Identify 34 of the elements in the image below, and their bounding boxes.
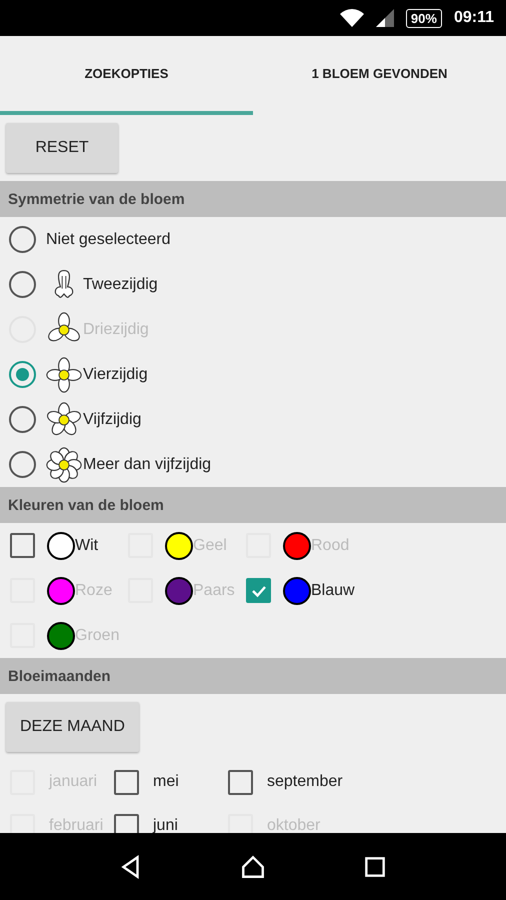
section-header: Kleuren van de bloem xyxy=(0,487,506,523)
option-label: Niet geselecteerd xyxy=(46,230,171,248)
signal-icon xyxy=(376,9,394,27)
option-label: Tweezijdig xyxy=(83,276,158,294)
radio-button[interactable] xyxy=(9,226,36,253)
clock: 09:11 xyxy=(454,9,494,27)
radio-button[interactable] xyxy=(9,361,36,388)
radio-button[interactable] xyxy=(9,271,36,298)
month-label: mei xyxy=(153,773,179,791)
tab[interactable]: 1 BLOEM GEVONDEN xyxy=(253,36,506,115)
tab[interactable]: ZOEKOPTIES xyxy=(0,36,253,115)
section-header: Bloeimaanden xyxy=(0,658,506,694)
radio-button[interactable] xyxy=(9,451,36,478)
this-month-button[interactable]: DEZE MAAND xyxy=(6,702,139,752)
option-label: Vierzijdig xyxy=(83,366,148,384)
color-label: Wit xyxy=(75,536,98,554)
reset-button[interactable]: RESET xyxy=(6,123,118,173)
checkbox[interactable] xyxy=(10,533,35,558)
section-header: Symmetrie van de bloem xyxy=(0,181,506,217)
flower-icon xyxy=(46,402,82,438)
option-label: Vijfzijdig xyxy=(83,410,142,428)
home-icon[interactable] xyxy=(240,854,266,880)
checkbox[interactable] xyxy=(246,578,271,603)
month-label: september xyxy=(267,773,343,791)
flower-icon xyxy=(46,356,82,392)
checkbox[interactable] xyxy=(114,770,139,794)
month-label: juni xyxy=(153,817,178,833)
checkbox[interactable] xyxy=(228,770,253,794)
radio-button[interactable] xyxy=(9,406,36,433)
wifi-icon xyxy=(340,9,364,27)
option-label: Meer dan vijfzijdig xyxy=(83,456,212,474)
color-label: Blauw xyxy=(311,582,355,600)
flower-icon xyxy=(46,446,82,482)
battery-indicator: 90% xyxy=(406,8,442,28)
